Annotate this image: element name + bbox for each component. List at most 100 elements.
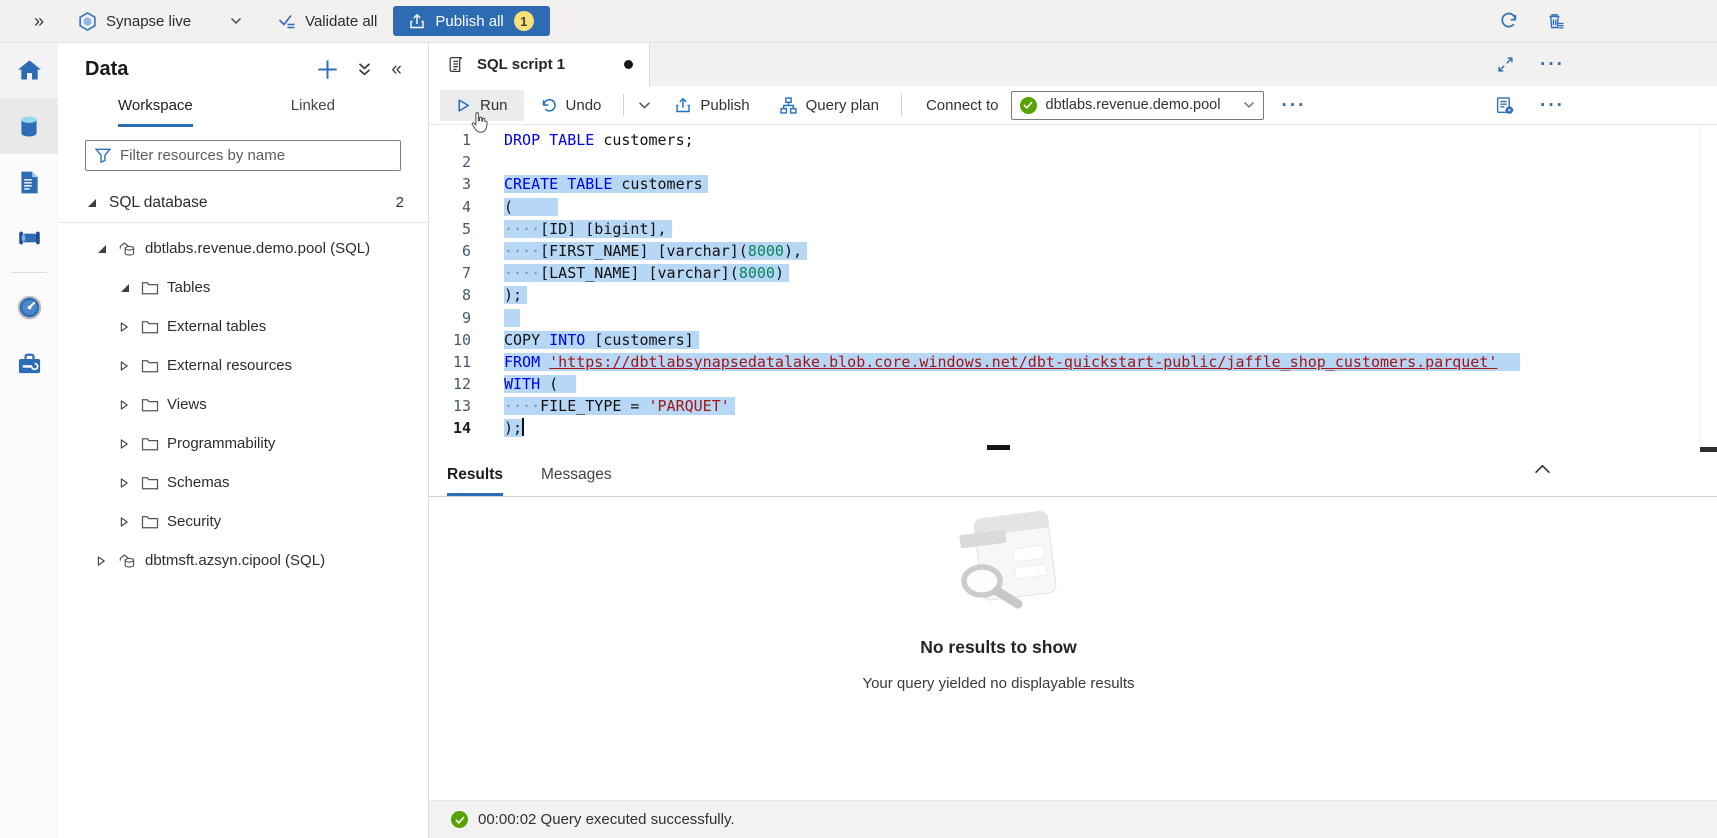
publish-all-button[interactable]: Publish all 1 <box>393 6 549 36</box>
code-line-3[interactable]: 3CREATE TABLE customers <box>429 173 1717 195</box>
tree-item-sql-database[interactable]: SQL database2 <box>58 186 428 219</box>
nav-manage[interactable] <box>0 335 58 391</box>
collapse-panel-icon[interactable]: « <box>391 60 402 79</box>
synapse-icon <box>78 12 97 31</box>
expanded-arrow-icon[interactable] <box>117 284 132 292</box>
code-line-6[interactable]: 6····[FIRST_NAME] [varchar](8000), <box>429 240 1717 262</box>
top-command-bar: » Synapse live Validate all Publish all … <box>0 0 1717 43</box>
publish-icon-blue <box>675 97 691 113</box>
code-line-4[interactable]: 4( <box>429 196 1717 218</box>
undo-label: Undo <box>566 97 602 114</box>
nav-monitor[interactable] <box>0 279 58 335</box>
collapsed-arrow-icon[interactable] <box>117 321 132 333</box>
properties-icon[interactable] <box>1495 96 1514 115</box>
tree-item-label: Programmability <box>167 435 275 452</box>
expanded-arrow-icon[interactable] <box>94 245 109 253</box>
add-resource-button[interactable] <box>317 59 338 80</box>
code-line-8[interactable]: 8); <box>429 284 1717 306</box>
selected-pool-name: dbtlabs.revenue.demo.pool <box>1046 97 1234 113</box>
code-line-11[interactable]: 11FROM 'https://dbtlabsynapsedatalake.bl… <box>429 351 1717 373</box>
collapsed-arrow-icon[interactable] <box>117 477 132 489</box>
tree-item-dbtlabs-revenue-demo-pool-sql[interactable]: dbtlabs.revenue.demo.pool (SQL) <box>58 229 428 268</box>
tree-item-views[interactable]: Views <box>58 385 428 424</box>
tree-item-external-resources[interactable]: External resources <box>58 346 428 385</box>
run-button[interactable]: Run <box>440 90 524 121</box>
undo-button[interactable]: Undo <box>528 90 614 121</box>
tab-sql-script-1[interactable]: SQL script 1 <box>429 42 650 86</box>
pipeline-icon <box>16 226 43 250</box>
resource-tree: SQL database2 dbtlabs.revenue.demo.pool (… <box>58 186 428 580</box>
connect-to-label: Connect to <box>926 97 999 114</box>
splitter-drag-handle[interactable] <box>987 445 1010 450</box>
code-line-5[interactable]: 5····[ID] [bigint], <box>429 218 1717 240</box>
publish-button[interactable]: Publish <box>663 90 761 121</box>
code-line-13[interactable]: 13····FILE_TYPE = 'PARQUET' <box>429 395 1717 417</box>
tab-workspace[interactable]: Workspace <box>118 97 193 127</box>
code-line-7[interactable]: 7····[LAST_NAME] [varchar](8000) <box>429 262 1717 284</box>
code-line-9[interactable]: 9 <box>429 307 1717 329</box>
code-line-1[interactable]: 1DROP TABLE customers; <box>429 129 1717 151</box>
editor-more-actions[interactable]: ··· <box>1540 96 1565 115</box>
code-line-14[interactable]: 14); <box>429 417 1717 439</box>
collapsed-arrow-icon[interactable] <box>117 399 132 411</box>
expanded-arrow-icon[interactable] <box>84 199 99 207</box>
tree-item-tables[interactable]: Tables <box>58 268 428 307</box>
collapse-results-icon[interactable] <box>1534 464 1551 474</box>
empty-results-subtitle: Your query yielded no displayable result… <box>862 675 1134 692</box>
code-line-12[interactable]: 12WITH ( <box>429 373 1717 395</box>
filter-resources-input[interactable] <box>85 140 401 171</box>
query-plan-label: Query plan <box>806 97 879 114</box>
tab-more-actions[interactable]: ··· <box>1540 55 1565 74</box>
data-panel-tabs: Workspace Linked <box>58 97 428 127</box>
database-icon <box>16 113 42 140</box>
tab-linked[interactable]: Linked <box>291 97 335 127</box>
pool-dropdown-chevron-icon <box>1243 101 1255 109</box>
collapsed-arrow-icon[interactable] <box>117 360 132 372</box>
environment-selector[interactable]: Synapse live <box>78 12 242 31</box>
expand-panel-icon[interactable]: » <box>34 11 44 32</box>
discard-trash-icon[interactable] <box>1547 12 1565 31</box>
line-number: 3 <box>429 173 471 195</box>
nav-develop[interactable] <box>0 154 58 210</box>
tree-item-label: External tables <box>167 318 266 335</box>
collapse-all-icon[interactable] <box>357 62 372 77</box>
folder-icon <box>141 514 159 530</box>
nav-divider <box>11 272 47 273</box>
sql-script-icon <box>447 55 466 74</box>
code-editor[interactable]: 1DROP TABLE customers;23CREATE TABLE cus… <box>429 125 1717 442</box>
code-line-10[interactable]: 10COPY INTO [customers] <box>429 329 1717 351</box>
tab-results[interactable]: Results <box>447 466 503 496</box>
tree-item-programmability[interactable]: Programmability <box>58 424 428 463</box>
nav-home[interactable] <box>0 42 58 98</box>
script-toolbar: Run Undo Publish Query plan Connect to <box>429 86 1717 125</box>
collapsed-arrow-icon[interactable] <box>94 555 109 567</box>
tree-item-dbtmsft-azsyn-cipool-sql[interactable]: dbtmsft.azsyn.cipool (SQL) <box>58 541 428 580</box>
toolbox-icon <box>16 351 43 376</box>
connect-to-pool-dropdown[interactable]: dbtlabs.revenue.demo.pool <box>1011 91 1264 120</box>
code-line-2[interactable]: 2 <box>429 151 1717 173</box>
tree-item-security[interactable]: Security <box>58 502 428 541</box>
tree-item-schemas[interactable]: Schemas <box>58 463 428 502</box>
query-plan-button[interactable]: Query plan <box>768 90 891 121</box>
connected-status-icon <box>1020 97 1037 114</box>
line-number: 9 <box>429 307 471 329</box>
validate-all-label: Validate all <box>305 13 377 30</box>
folder-icon <box>141 319 159 335</box>
nav-data[interactable] <box>0 98 58 154</box>
tree-item-external-tables[interactable]: External tables <box>58 307 428 346</box>
validate-all-button[interactable]: Validate all <box>278 13 377 30</box>
expand-editor-icon[interactable] <box>1497 56 1514 73</box>
collapsed-arrow-icon[interactable] <box>117 438 132 450</box>
undo-redo-dropdown-icon[interactable] <box>634 95 655 116</box>
toolbar-more-actions[interactable]: ··· <box>1282 96 1307 115</box>
collapsed-arrow-icon[interactable] <box>117 516 132 528</box>
folder-icon <box>141 280 159 296</box>
line-number: 14 <box>429 417 471 439</box>
tab-messages[interactable]: Messages <box>541 466 612 496</box>
tab-title: SQL script 1 <box>477 56 565 73</box>
publish-icon <box>409 13 425 29</box>
text-caret <box>522 418 524 436</box>
nav-integrate[interactable] <box>0 210 58 266</box>
refresh-icon[interactable] <box>1500 12 1519 31</box>
gauge-icon <box>16 294 43 321</box>
